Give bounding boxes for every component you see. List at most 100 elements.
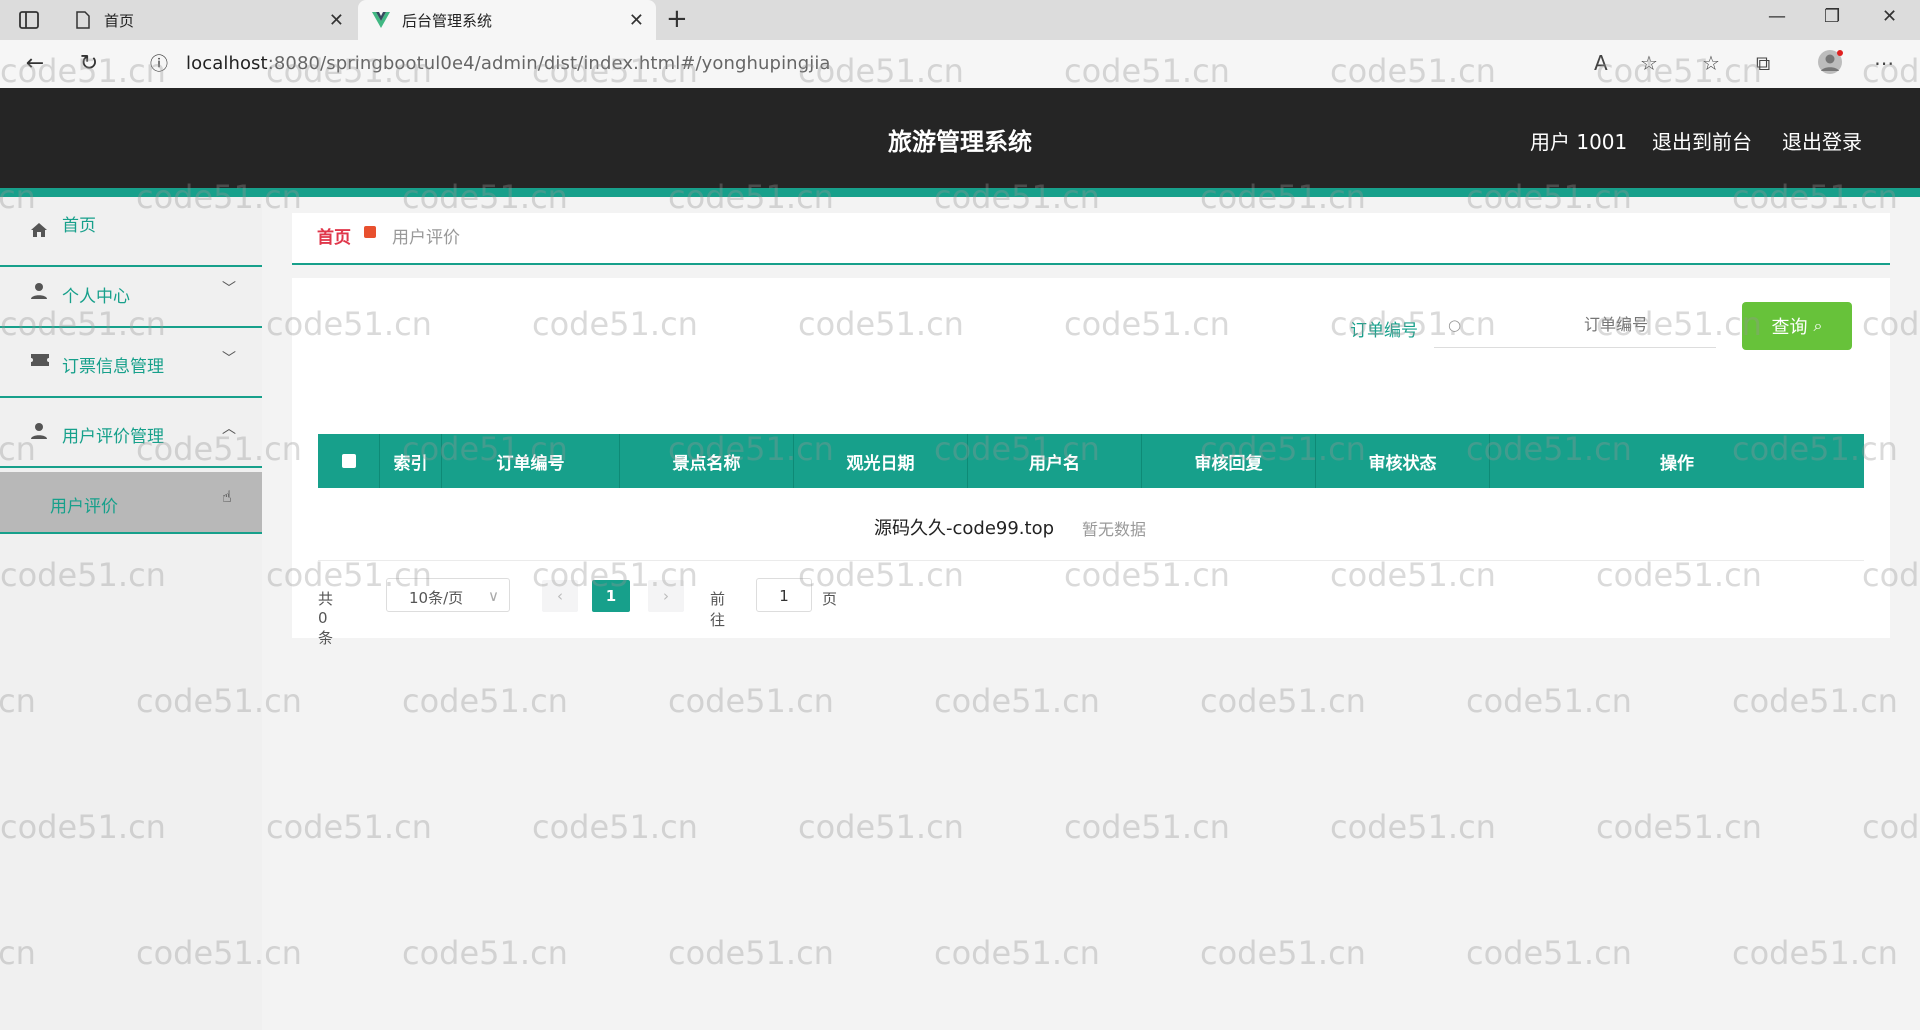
- watermark-text: code51.cn: [1466, 682, 1632, 720]
- logout-link[interactable]: 退出登录: [1782, 126, 1862, 155]
- watermark-text: code51.cn: [668, 934, 834, 972]
- column-header-index: 索引: [380, 434, 442, 488]
- checkbox[interactable]: [341, 454, 356, 468]
- url-path: :8080/springbootul0e4/admin/dist/index.h…: [267, 53, 831, 74]
- chevron-down-icon: ﹀: [222, 351, 236, 367]
- column-header-spot-name: 景点名称: [620, 434, 794, 488]
- breadcrumb-separator-icon: [364, 226, 376, 238]
- browser-tab-home[interactable]: 首页 ✕: [60, 0, 356, 40]
- breadcrumb: 首页 用户评价: [292, 213, 1890, 265]
- more-menu-icon[interactable]: ⋯: [1874, 51, 1894, 75]
- sidebar-toggle-icon[interactable]: [18, 9, 40, 31]
- sidebar: 首页 个人中心 ﹀ 订票信息管理 ﹀ 用户评价管理 ︿ 用户评价 ☝: [0, 197, 262, 1030]
- watermark-text: code51.cn: [1200, 934, 1366, 972]
- watermark-text: code51.cn: [1862, 808, 1920, 846]
- watermark-text: code51.cn: [1064, 808, 1230, 846]
- order-number-label: 订单编号: [1350, 321, 1418, 341]
- sidebar-item-label: 用户评价管理: [62, 427, 164, 447]
- profile-avatar-icon[interactable]: [1816, 48, 1844, 81]
- query-button[interactable]: 查询 ⌕: [1742, 302, 1852, 350]
- content-panel: 订单编号 ○ 查询 ⌕ 索引 订单编号 景点名称 观光日期 用户名 审核回复 审…: [292, 278, 1890, 647]
- favorites-icon[interactable]: ☆: [1702, 51, 1720, 75]
- browser-tab-bar: 首页 ✕ 后台管理系统 ✕ + — ❐ ✕: [0, 0, 1920, 40]
- watermark-text: code51.cn: [402, 682, 568, 720]
- select-all-checkbox-cell[interactable]: [318, 434, 380, 488]
- vue-logo-icon: [372, 11, 390, 29]
- user-icon: [30, 422, 50, 442]
- close-icon[interactable]: ✕: [329, 10, 344, 31]
- tab-label: 首页: [104, 11, 135, 30]
- page-number-current[interactable]: 1: [592, 580, 630, 612]
- watermark-text: code51.cn: [668, 682, 834, 720]
- watermark-text: code51.cn: [402, 934, 568, 972]
- ticket-icon: [30, 352, 50, 372]
- app-header: 旅游管理系统 用户 1001 退出到前台 退出登录: [0, 88, 1920, 188]
- watermark-text: code51.cn: [266, 808, 432, 846]
- header-accent-strip: [0, 188, 1920, 197]
- url-host: localhost: [186, 53, 268, 74]
- sidebar-item-label: 订票信息管理: [62, 357, 164, 377]
- new-tab-icon[interactable]: +: [666, 4, 688, 34]
- column-header-review-reply: 审核回复: [1142, 434, 1316, 488]
- search-icon: ⌕: [1813, 316, 1823, 335]
- goto-page-input[interactable]: 1: [756, 578, 812, 612]
- watermark-text: code51.cn: [934, 682, 1100, 720]
- total-count: 共 0 条: [318, 590, 334, 647]
- minimize-icon[interactable]: —: [1768, 6, 1786, 27]
- sidebar-subitem-label: 用户评价: [50, 497, 118, 517]
- order-number-input[interactable]: [1434, 302, 1716, 348]
- watermark-text: code51.cn: [1732, 682, 1898, 720]
- page-size-value: 10条/页: [409, 589, 464, 607]
- column-header-username: 用户名: [968, 434, 1142, 488]
- watermark-text: code51.cn: [1732, 934, 1898, 972]
- sidebar-item-ticket-management[interactable]: 订票信息管理 ﹀: [0, 328, 262, 398]
- watermark-text: code51.cn: [1466, 934, 1632, 972]
- back-to-front-link[interactable]: 退出到前台: [1652, 126, 1752, 155]
- query-button-label: 查询: [1771, 317, 1808, 338]
- page-icon: [74, 11, 92, 29]
- prev-page-button[interactable]: ‹: [542, 580, 578, 612]
- watermark-text: code51.cn: [1200, 682, 1366, 720]
- sidebar-item-review-management[interactable]: 用户评价管理 ︿: [0, 398, 262, 468]
- column-header-review-status: 审核状态: [1316, 434, 1490, 488]
- breadcrumb-current: 用户评价: [392, 228, 460, 248]
- back-icon[interactable]: ←: [22, 50, 48, 76]
- browser-tab-admin[interactable]: 后台管理系统 ✕: [358, 0, 656, 40]
- watermark-overlay-text: 源码久久-code99.top: [874, 518, 1055, 539]
- user-label: 用户 1001: [1530, 130, 1628, 154]
- collections-icon[interactable]: ⧉: [1756, 51, 1770, 75]
- watermark-text: code51.cn: [798, 808, 964, 846]
- chevron-down-icon: ∨: [488, 587, 499, 605]
- empty-data-text: 暂无数据: [1082, 520, 1147, 539]
- reload-icon[interactable]: ↻: [76, 50, 102, 76]
- restore-icon[interactable]: ❐: [1824, 6, 1840, 27]
- watermark-text: code51.cn: [1330, 808, 1496, 846]
- watermark-text: code51.cn: [934, 934, 1100, 972]
- column-header-order-number: 订单编号: [442, 434, 620, 488]
- tab-label: 后台管理系统: [402, 11, 493, 30]
- chevron-down-icon: ﹀: [222, 281, 236, 297]
- goto-unit: 页: [822, 590, 838, 608]
- column-header-actions: 操作: [1660, 453, 1694, 474]
- table-body: 源码久久-code99.top 暂无数据: [318, 488, 1864, 561]
- search-icon: ○: [1448, 316, 1462, 334]
- close-icon[interactable]: ✕: [629, 10, 644, 31]
- sidebar-item-label: 个人中心: [62, 287, 130, 307]
- hand-cursor-icon: ☝: [222, 487, 232, 506]
- chevron-up-icon: ︿: [222, 421, 236, 437]
- info-icon[interactable]: ⓘ: [146, 50, 172, 76]
- user-icon: [30, 282, 50, 302]
- page-size-select[interactable]: 10条/页 ∨: [386, 578, 510, 612]
- read-aloud-icon[interactable]: A: [1594, 51, 1608, 75]
- favorite-add-icon[interactable]: ☆: [1640, 51, 1658, 75]
- window-close-icon[interactable]: ✕: [1882, 6, 1897, 27]
- next-page-button[interactable]: ›: [648, 580, 684, 612]
- column-header-visit-date: 观光日期: [794, 434, 968, 488]
- address-bar: ← ↻ ⓘ localhost:8080/springbootul0e4/adm…: [0, 40, 1920, 89]
- goto-label: 前往: [710, 590, 726, 629]
- url-field[interactable]: localhost:8080/springbootul0e4/admin/dis…: [186, 53, 831, 74]
- home-icon: [30, 221, 50, 241]
- sidebar-item-personal-center[interactable]: 个人中心 ﹀: [0, 258, 262, 328]
- breadcrumb-home[interactable]: 首页: [317, 223, 351, 248]
- sidebar-item-home[interactable]: 首页: [0, 197, 262, 267]
